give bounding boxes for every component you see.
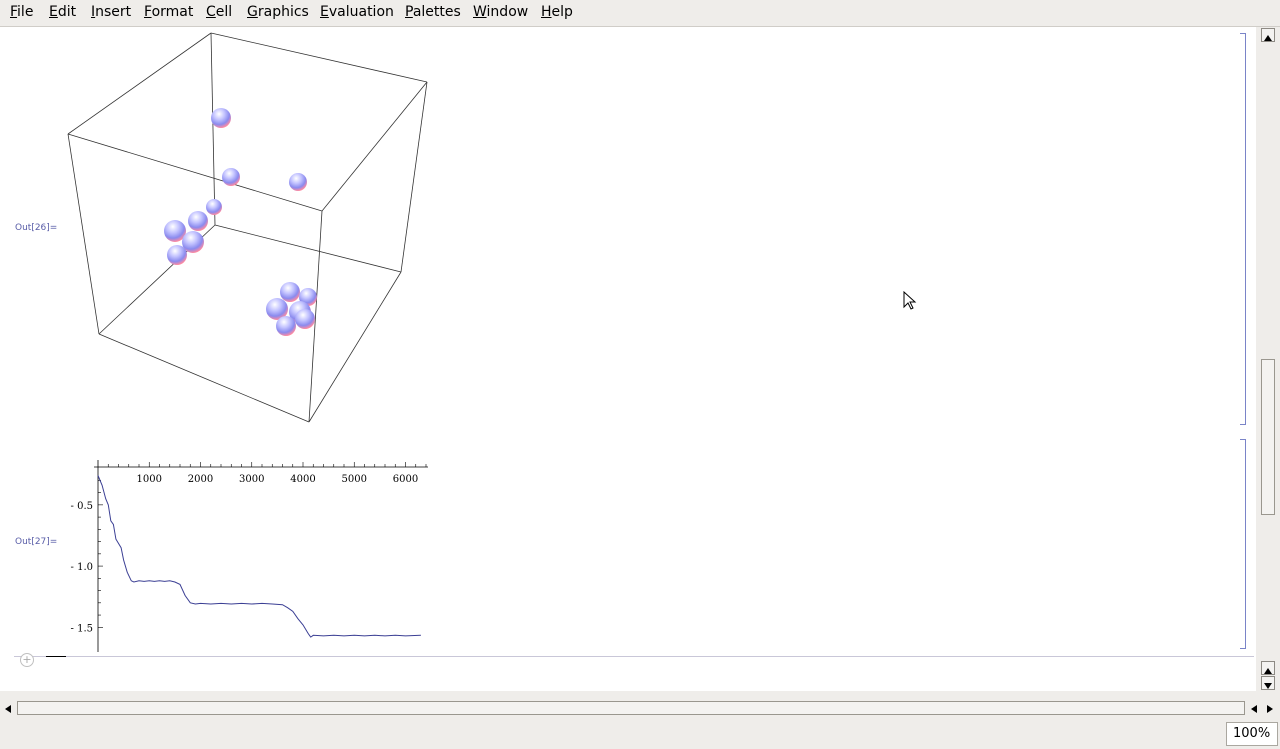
sphere (222, 168, 240, 186)
output-label-27: Out[27]= (15, 537, 58, 547)
scroll-left-button-right[interactable] (1248, 701, 1260, 715)
sphere (206, 199, 222, 215)
arrow-right-icon (1267, 705, 1273, 713)
cell-cursor (46, 656, 66, 657)
arrow-left-icon (5, 705, 11, 713)
x-tick-label: 3000 (239, 474, 264, 485)
menu-insert[interactable]: Insert (91, 4, 131, 20)
menu-cell[interactable]: Cell (206, 4, 232, 20)
plot-series-line (97, 475, 421, 638)
horizontal-scroll-thumb[interactable] (17, 701, 1245, 715)
line-plot-output[interactable]: 1000 2000 3000 4000 5000 6000 - 0.5 - 1.0 - 1.5 (60, 432, 440, 652)
scroll-up-button-lower[interactable] (1261, 661, 1275, 675)
add-cell-icon[interactable]: + (20, 653, 34, 667)
x-tick-label: 6000 (393, 474, 418, 485)
sphere (289, 173, 307, 191)
x-tick-label: 5000 (342, 474, 367, 485)
plot-axes (94, 460, 428, 652)
menu-evaluation[interactable]: Evaluation (320, 4, 394, 20)
sphere (167, 245, 187, 265)
vertical-scrollbar[interactable] (1256, 27, 1280, 691)
menu-format[interactable]: Format (144, 4, 193, 20)
sphere (211, 108, 231, 128)
arrow-down-icon (1264, 683, 1272, 689)
x-tick-label: 1000 (137, 474, 162, 485)
x-tick-label: 4000 (290, 474, 315, 485)
vertical-scroll-thumb[interactable] (1261, 359, 1275, 515)
cell-bracket[interactable] (1240, 439, 1246, 649)
scroll-left-button[interactable] (2, 701, 14, 715)
zoom-selector[interactable]: 100% (1226, 722, 1278, 746)
menu-bar: File Edit Insert Format Cell Graphics Evaluati… (0, 0, 1280, 26)
mouse-pointer-icon (903, 291, 917, 310)
y-tick-label: - 1.5 (71, 623, 93, 634)
sphere (276, 316, 296, 336)
arrow-left-icon (1251, 705, 1257, 713)
y-tick-label: - 1.0 (71, 562, 93, 573)
scroll-up-button[interactable] (1261, 28, 1275, 42)
spheres (164, 108, 317, 336)
scroll-right-button[interactable] (1264, 701, 1276, 715)
y-tick-label: - 0.5 (71, 501, 93, 512)
graphics-3d-output[interactable] (60, 27, 440, 427)
sphere (295, 309, 315, 329)
sphere (280, 282, 300, 302)
bounding-box (67, 32, 428, 423)
cell-bracket[interactable] (1240, 33, 1246, 425)
menu-help[interactable]: Help (541, 4, 573, 20)
arrow-up-icon (1264, 35, 1272, 41)
sphere (188, 211, 208, 231)
status-bar (0, 717, 1280, 749)
horizontal-scrollbar[interactable] (0, 699, 1280, 717)
menu-file[interactable]: File (10, 4, 33, 20)
plot-ticks: 1000 2000 3000 4000 5000 6000 - 0.5 - 1.0 - 1.5 (71, 462, 427, 634)
cell-insertion-line[interactable] (14, 656, 1254, 657)
output-label-26: Out[26]= (15, 223, 58, 233)
x-tick-label: 2000 (188, 474, 213, 485)
zoom-value: 100% (1233, 726, 1271, 741)
menu-window[interactable]: Window (473, 4, 528, 20)
notebook-window[interactable]: Out[26]= 1000 2000 3000 4000 5000 6000 - 0.5 - … (0, 27, 1256, 691)
menu-palettes[interactable]: Palettes (405, 4, 461, 20)
scroll-down-button[interactable] (1261, 676, 1275, 690)
menu-graphics[interactable]: Graphics (247, 4, 309, 20)
menu-edit[interactable]: Edit (49, 4, 76, 20)
